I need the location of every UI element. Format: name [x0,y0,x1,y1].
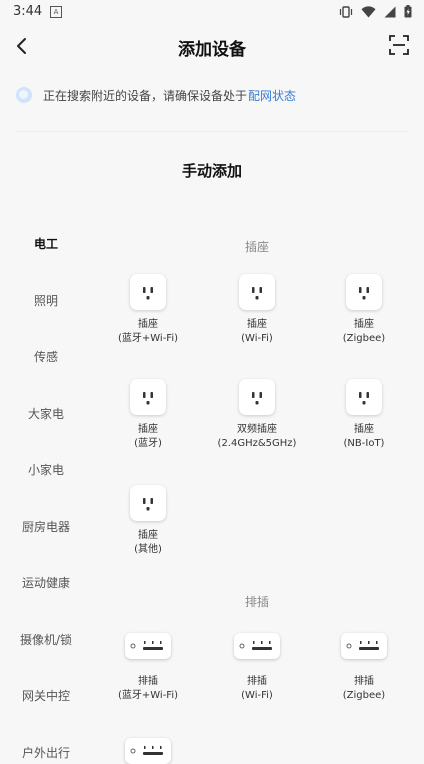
device-name: 插座 [138,424,158,435]
category-title-power-strip: 排插 [244,595,269,609]
device-protocol: (Wi-Fi) [241,690,273,701]
wifi-icon [361,5,376,17]
device-name: 双频插座 [237,424,277,435]
notification-icon: A [50,6,62,18]
sidebar-item-gateway[interactable]: 网关中控 [0,687,92,704]
device-socket-zigbee[interactable]: 插座 (Zigbee) [309,274,419,346]
device-socket-ble[interactable]: 插座 (蓝牙) [93,379,203,451]
sidebar-item-small-appliance[interactable]: 小家电 [0,461,92,478]
socket-icon [239,379,275,415]
sidebar-item-sports-health[interactable]: 运动健康 [0,574,92,591]
power-strip-icon [125,738,171,764]
sidebar-item-camera-lock[interactable]: 摄像机/锁 [0,631,92,648]
network-state-link[interactable]: 配网状态 [248,87,296,104]
socket-icon [130,274,166,310]
device-name: 排插 [247,676,267,687]
device-protocol: (2.4GHz&5GHz) [217,438,297,449]
search-tip-text: 正在搜索附近的设备，请确保设备处于 [43,88,248,103]
socket-icon [346,274,382,310]
device-name: 插座 [138,319,158,330]
search-tip: 正在搜索附近的设备，请确保设备处于 配网状态 [16,84,296,106]
device-name: 排插 [354,676,374,687]
device-protocol: (Zigbee) [342,690,386,701]
sidebar-item-electrician[interactable]: 电工 [0,235,92,252]
power-strip-icon [234,633,280,659]
device-socket-wifi[interactable]: 插座 (Wi-Fi) [202,274,312,346]
section-title: 手动添加 [181,162,242,180]
sidebar-item-kitchen[interactable]: 厨房电器 [0,518,92,535]
sidebar-item-large-appliance[interactable]: 大家电 [0,405,92,422]
divider [16,131,408,132]
socket-icon [346,379,382,415]
device-name: 插座 [247,319,267,330]
device-protocol: (蓝牙+Wi-Fi) [117,690,179,701]
device-protocol: (NB-IoT) [343,438,385,449]
device-strip-partial[interactable] [93,738,203,764]
status-time: 3:44 [13,4,43,19]
socket-icon [130,485,166,521]
page-title: 添加设备 [178,40,246,60]
device-name: 插座 [138,530,158,541]
device-socket-other[interactable]: 插座 (其他) [93,485,203,557]
socket-icon [130,379,166,415]
device-socket-nb-iot[interactable]: 插座 (NB-IoT) [309,379,419,451]
signal-icon [384,6,396,17]
device-strip-zigbee[interactable]: 排插 (Zigbee) [309,633,419,703]
device-protocol: (其他) [134,544,162,555]
battery-icon [404,5,412,18]
device-name: 插座 [354,424,374,435]
scan-icon [389,35,409,55]
device-protocol: (蓝牙) [134,438,162,449]
device-socket-dual-band[interactable]: 双频插座 (2.4GHz&5GHz) [202,379,312,451]
searching-icon [16,87,32,103]
device-protocol: (蓝牙+Wi-Fi) [117,333,179,344]
device-socket-ble-wifi[interactable]: 插座 (蓝牙+Wi-Fi) [93,274,203,346]
power-strip-icon [125,633,171,659]
socket-icon [239,274,275,310]
vibrate-icon [339,5,353,18]
device-protocol: (Wi-Fi) [241,333,273,344]
sidebar-item-lighting[interactable]: 照明 [0,292,92,309]
device-strip-wifi[interactable]: 排插 (Wi-Fi) [202,633,312,703]
top-bar: 添加设备 [0,26,424,66]
power-strip-icon [341,633,387,659]
category-title-socket: 插座 [244,240,269,254]
device-strip-ble-wifi[interactable]: 排插 (蓝牙+Wi-Fi) [93,633,203,703]
device-name: 排插 [138,676,158,687]
scan-button[interactable] [388,34,410,56]
device-name: 插座 [354,319,374,330]
device-protocol: (Zigbee) [342,333,386,344]
status-bar: 3:44 A [0,0,424,24]
sidebar-item-sensor[interactable]: 传感 [0,348,92,365]
